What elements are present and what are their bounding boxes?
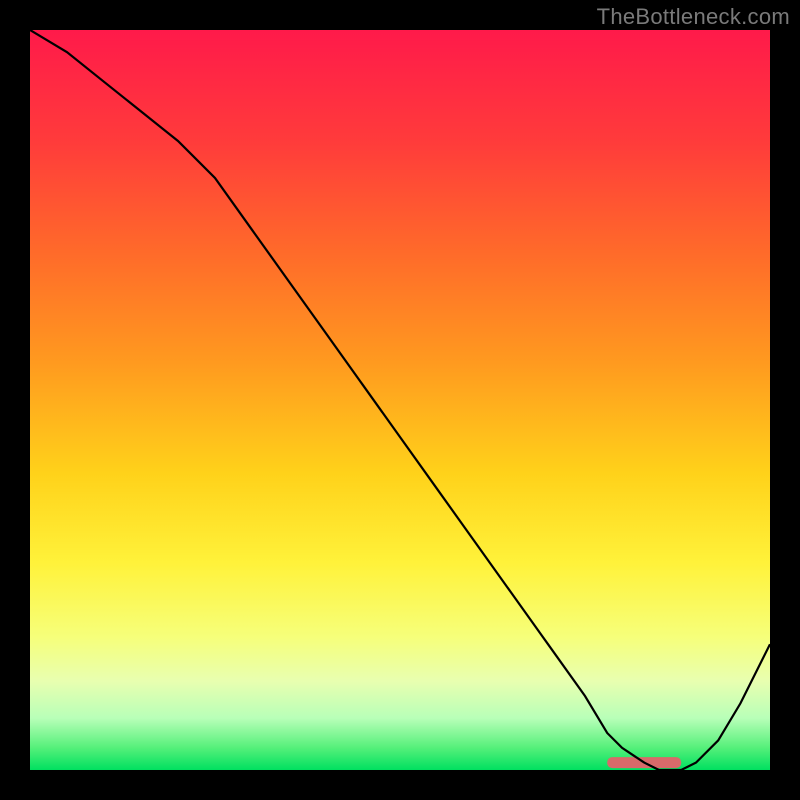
- chart-svg: [30, 30, 770, 770]
- gradient-background: [30, 30, 770, 770]
- plot-area: [30, 30, 770, 770]
- chart-container: TheBottleneck.com: [0, 0, 800, 800]
- watermark-text: TheBottleneck.com: [597, 4, 790, 30]
